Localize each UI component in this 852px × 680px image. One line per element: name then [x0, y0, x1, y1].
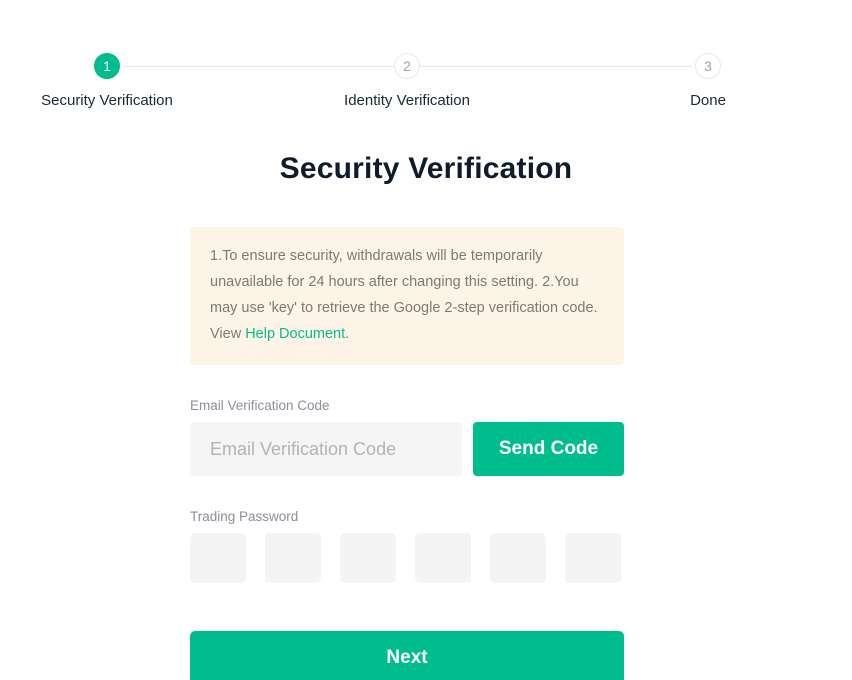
- stepper-step-security-verification[interactable]: 1 Security Verification: [0, 38, 227, 109]
- stepper-step-done[interactable]: 3 Done: [588, 38, 828, 109]
- trading-password-label: Trading Password: [190, 509, 299, 524]
- stepper-step-identity-verification[interactable]: 2 Identity Verification: [287, 38, 527, 109]
- notice-line-1: 1.To ensure security, withdrawals will b…: [210, 248, 543, 290]
- email-code-label: Email Verification Code: [190, 398, 330, 413]
- verification-form: 1.To ensure security, withdrawals will b…: [190, 227, 624, 680]
- security-verification-page: 1 Security Verification 2 Identity Verif…: [0, 0, 852, 680]
- progress-stepper: 1 Security Verification 2 Identity Verif…: [0, 38, 852, 110]
- step-number-circle-3: 3: [695, 53, 721, 79]
- pin-digit-1[interactable]: [190, 533, 246, 583]
- step-label-3: Done: [690, 92, 726, 109]
- step-number-circle-2: 2: [394, 53, 420, 79]
- page-title: Security Verification: [279, 152, 573, 185]
- step-number-3: 3: [704, 58, 712, 74]
- notice-line-2-suffix: .: [345, 326, 350, 342]
- next-button[interactable]: Next: [190, 631, 624, 680]
- step-number-1: 1: [103, 58, 111, 74]
- email-verification-code-input[interactable]: [190, 422, 462, 476]
- step-number-circle-1: 1: [94, 53, 120, 79]
- step-label-1: Security Verification: [41, 92, 173, 109]
- pin-digit-3[interactable]: [340, 533, 396, 583]
- email-code-row: Send Code: [190, 422, 624, 476]
- help-document-link[interactable]: Help Document: [245, 326, 345, 342]
- pin-digit-5[interactable]: [490, 533, 546, 583]
- step-number-2: 2: [403, 58, 411, 74]
- send-code-button[interactable]: Send Code: [473, 422, 624, 476]
- pin-digit-2[interactable]: [265, 533, 321, 583]
- pin-digit-6[interactable]: [565, 533, 621, 583]
- pin-digit-4[interactable]: [415, 533, 471, 583]
- trading-password-pin-row: [190, 533, 624, 583]
- step-label-2: Identity Verification: [344, 92, 470, 109]
- security-notice: 1.To ensure security, withdrawals will b…: [190, 227, 624, 365]
